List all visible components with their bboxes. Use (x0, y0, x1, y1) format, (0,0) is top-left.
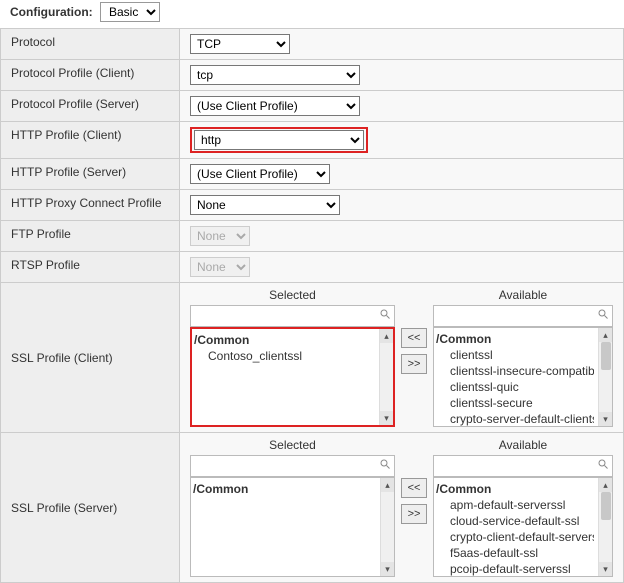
ssl-client-selected-title: Selected (190, 288, 395, 305)
scroll-up-icon[interactable]: ▴ (599, 328, 613, 342)
search-icon (379, 458, 391, 470)
rtsp-profile-select: None (190, 257, 250, 277)
ssl-client-available-search[interactable] (433, 305, 613, 327)
ssl-server-available-title: Available (433, 438, 613, 455)
ssl-server-available-search[interactable] (433, 455, 613, 477)
protocol-profile-server-label: Protocol Profile (Server) (1, 91, 180, 122)
list-item[interactable]: apm-default-serverssl (436, 497, 594, 513)
scrollbar[interactable]: ▴ ▾ (598, 478, 612, 576)
move-right-button[interactable]: >> (401, 354, 427, 374)
list-item[interactable]: cloud-service-default-ssl (436, 513, 594, 529)
scrollbar[interactable]: ▴ ▾ (380, 478, 394, 576)
scroll-down-icon[interactable]: ▾ (599, 562, 613, 576)
http-profile-client-highlight: http (190, 127, 368, 153)
http-profile-server-select[interactable]: (Use Client Profile) (190, 164, 330, 184)
list-item[interactable]: pcoip-default-serverssl (436, 561, 594, 576)
scrollbar[interactable]: ▴ ▾ (598, 328, 612, 426)
scroll-down-icon[interactable]: ▾ (380, 411, 394, 425)
configuration-select[interactable]: Basic (100, 2, 160, 22)
move-right-button[interactable]: >> (401, 504, 427, 524)
http-profile-client-label: HTTP Profile (Client) (1, 122, 180, 159)
list-item[interactable]: clientssl (436, 347, 594, 363)
scrollbar[interactable]: ▴ ▾ (379, 329, 393, 425)
list-item[interactable]: crypto-server-default-clientssl (436, 411, 594, 426)
list-item[interactable]: clientssl-quic (436, 379, 594, 395)
scroll-up-icon[interactable]: ▴ (381, 478, 395, 492)
list-item[interactable]: f5aas-default-ssl (436, 545, 594, 561)
scroll-up-icon[interactable]: ▴ (380, 329, 394, 343)
scroll-down-icon[interactable]: ▾ (381, 562, 395, 576)
http-profile-client-select[interactable]: http (194, 130, 364, 150)
protocol-profile-client-label: Protocol Profile (Client) (1, 60, 180, 91)
ssl-server-selected-title: Selected (190, 438, 395, 455)
ssl-profile-server-label: SSL Profile (Server) (1, 433, 180, 583)
ssl-server-available-list[interactable]: /Common apm-default-serverssl cloud-serv… (433, 477, 613, 577)
list-group: /Common (193, 481, 376, 497)
search-icon (597, 308, 609, 320)
ssl-server-selected-list[interactable]: /Common ▴ ▾ (190, 477, 395, 577)
list-item[interactable]: clientssl-secure (436, 395, 594, 411)
scroll-up-icon[interactable]: ▴ (599, 478, 613, 492)
search-icon (597, 458, 609, 470)
scroll-down-icon[interactable]: ▾ (599, 412, 613, 426)
ssl-client-selected-list[interactable]: /Common Contoso_clientssl ▴ ▾ (190, 327, 395, 427)
http-proxy-connect-label: HTTP Proxy Connect Profile (1, 190, 180, 221)
move-left-button[interactable]: << (401, 478, 427, 498)
protocol-profile-server-select[interactable]: (Use Client Profile) (190, 96, 360, 116)
ftp-profile-select: None (190, 226, 250, 246)
ssl-server-selected-search[interactable] (190, 455, 395, 477)
list-group: /Common (436, 481, 594, 497)
list-item[interactable]: clientssl-insecure-compatible (436, 363, 594, 379)
protocol-select[interactable]: TCP (190, 34, 290, 54)
ssl-client-available-title: Available (433, 288, 613, 305)
ssl-client-available-list[interactable]: /Common clientssl clientssl-insecure-com… (433, 327, 613, 427)
rtsp-profile-label: RTSP Profile (1, 252, 180, 283)
http-proxy-connect-select[interactable]: None (190, 195, 340, 215)
ssl-client-selected-search[interactable] (190, 305, 395, 327)
list-group: /Common (194, 332, 375, 348)
list-item[interactable]: Contoso_clientssl (194, 348, 375, 364)
configuration-label: Configuration: (10, 5, 93, 19)
list-group: /Common (436, 331, 594, 347)
list-item[interactable]: crypto-client-default-serverssl (436, 529, 594, 545)
protocol-profile-client-select[interactable]: tcp (190, 65, 360, 85)
protocol-label: Protocol (1, 29, 180, 60)
ftp-profile-label: FTP Profile (1, 221, 180, 252)
search-icon (379, 308, 391, 320)
move-left-button[interactable]: << (401, 328, 427, 348)
http-profile-server-label: HTTP Profile (Server) (1, 159, 180, 190)
ssl-profile-client-label: SSL Profile (Client) (1, 283, 180, 433)
